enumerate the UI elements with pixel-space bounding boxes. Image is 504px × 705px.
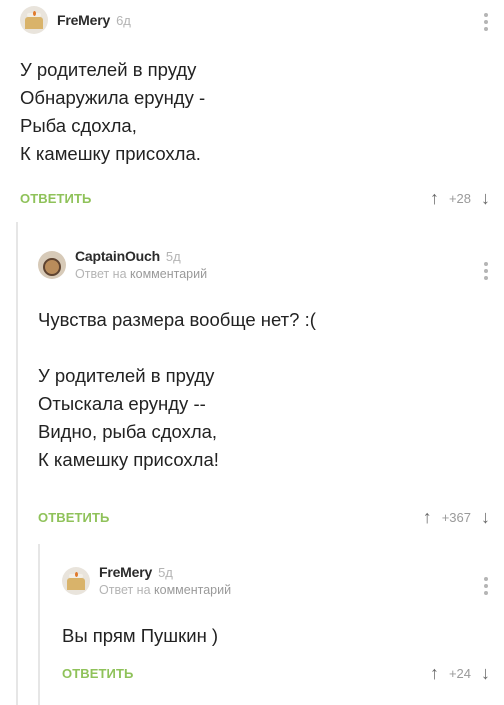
username[interactable]: CaptainOuch	[75, 248, 160, 264]
character-avatar-icon[interactable]	[38, 250, 66, 279]
downvote-icon[interactable]: ↓	[481, 508, 490, 526]
reply-to-prefix: Ответ на	[99, 583, 151, 597]
more-vertical-icon[interactable]	[484, 13, 488, 31]
reply-to-comment-link[interactable]: комментарий	[130, 267, 207, 281]
upvote-icon[interactable]: ↑	[430, 189, 439, 207]
reply-button[interactable]: ОТВЕТИТЬ	[38, 510, 109, 525]
reply-to-line: Ответ на комментарий	[75, 267, 207, 281]
rating: +28	[448, 190, 471, 206]
comment-age: 5д	[158, 565, 173, 580]
username[interactable]: FreMery	[57, 12, 110, 28]
upvote-icon[interactable]: ↑	[423, 508, 432, 526]
more-vertical-icon[interactable]	[484, 262, 488, 280]
thread-line-level-2	[38, 544, 40, 705]
more-vertical-icon[interactable]	[484, 577, 488, 595]
cake-avatar-icon[interactable]	[62, 566, 90, 595]
downvote-icon[interactable]: ↓	[481, 189, 490, 207]
vote-controls: ↑ +367 ↓	[423, 508, 490, 526]
comment-header: FreMery 6д	[20, 6, 131, 34]
rating: +367	[441, 509, 471, 525]
comment-text: Чувства размера вообще нет? :( У родител…	[38, 309, 316, 470]
comment-age: 5д	[165, 249, 181, 264]
reply-button[interactable]: ОТВЕТИТЬ	[20, 191, 91, 206]
cake-avatar-icon[interactable]	[20, 6, 48, 34]
comment-text: У родителей в пруду Обнаружила ерунду - …	[20, 59, 206, 164]
thread-line-level-1	[16, 222, 18, 705]
comment-header: FreMery 5д Ответ на комментарий	[62, 564, 231, 597]
comment-text: Вы прям Пушкин )	[62, 625, 219, 646]
reply-button[interactable]: ОТВЕТИТЬ	[62, 666, 133, 681]
reply-to-prefix: Ответ на	[75, 267, 127, 281]
vote-controls: ↑ +24 ↓	[430, 664, 490, 682]
vote-controls: ↑ +28 ↓	[430, 189, 490, 207]
comment-header: CaptainOuch 5д Ответ на комментарий	[38, 248, 207, 281]
comment-age: 6д	[116, 13, 131, 28]
reply-to-line: Ответ на комментарий	[99, 583, 231, 597]
upvote-icon[interactable]: ↑	[430, 664, 439, 682]
rating: +24	[448, 665, 471, 681]
reply-to-comment-link[interactable]: комментарий	[154, 583, 231, 597]
downvote-icon[interactable]: ↓	[481, 664, 490, 682]
username[interactable]: FreMery	[99, 564, 152, 580]
